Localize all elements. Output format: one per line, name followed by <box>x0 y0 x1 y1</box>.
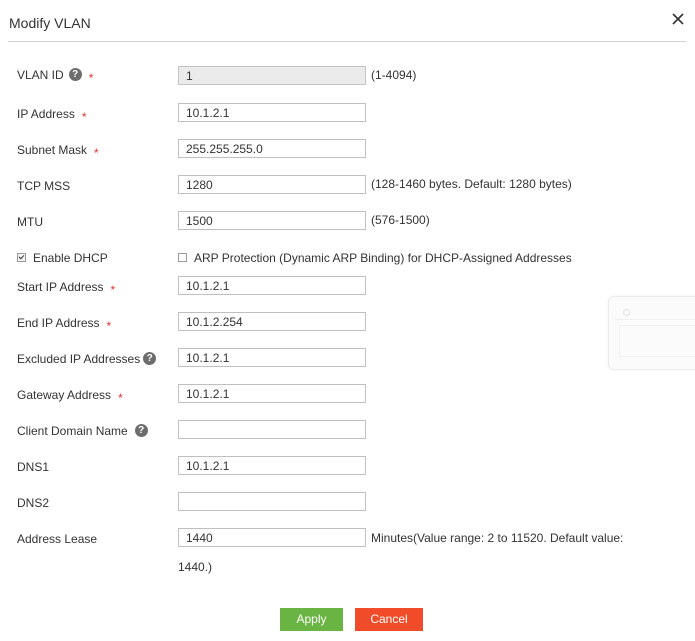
vlan-id-hint: (1-4094) <box>371 68 417 82</box>
enable-dhcp-label: Enable DHCP <box>33 251 108 265</box>
help-icon[interactable]: ? <box>134 424 148 438</box>
dns1-input[interactable] <box>178 456 366 475</box>
mtu-hint: (576-1500) <box>371 213 430 227</box>
excluded-ip-label: Excluded IP Addresses? <box>17 351 157 367</box>
dns1-label: DNS1 <box>17 460 50 474</box>
excluded-ip-input[interactable] <box>178 348 366 367</box>
address-lease-hint-continued: 1440.) <box>178 560 213 574</box>
address-lease-label: Address Lease <box>17 532 98 546</box>
address-lease-hint: Minutes(Value range: 2 to 11520. Default… <box>371 531 624 545</box>
required-marker: * <box>118 391 123 405</box>
address-lease-input[interactable] <box>178 528 366 547</box>
start-ip-label: Start IP Address * <box>17 280 116 297</box>
gateway-input[interactable] <box>178 384 366 403</box>
vlan-id-label: VLAN ID? * <box>17 68 94 85</box>
dialog-title: Modify VLAN <box>9 15 91 31</box>
background-widget-icon <box>623 309 630 316</box>
arp-protection-checkbox[interactable] <box>178 253 187 262</box>
required-marker: * <box>88 71 94 85</box>
help-icon[interactable]: ? <box>68 68 82 82</box>
dns2-label: DNS2 <box>17 496 50 510</box>
subnet-mask-input[interactable] <box>178 139 366 158</box>
tcp-mss-label: TCP MSS <box>17 179 71 193</box>
required-marker: * <box>106 319 112 333</box>
dns2-input[interactable] <box>178 492 366 511</box>
mtu-label: MTU <box>17 215 43 229</box>
start-ip-input[interactable] <box>178 276 366 295</box>
apply-button[interactable]: Apply <box>280 608 343 631</box>
subnet-mask-label: Subnet Mask * <box>17 143 99 160</box>
cancel-button[interactable]: Cancel <box>355 608 423 631</box>
close-icon[interactable] <box>669 10 687 28</box>
required-marker: * <box>110 283 116 297</box>
dialog-header: Modify VLAN <box>0 0 695 42</box>
end-ip-input[interactable] <box>178 312 366 331</box>
header-divider <box>8 41 686 42</box>
tcp-mss-input[interactable] <box>178 175 366 194</box>
ip-address-input[interactable] <box>178 103 366 122</box>
client-domain-label: Client Domain Name? <box>17 423 148 439</box>
enable-dhcp-checkbox[interactable] <box>17 253 26 262</box>
background-widget <box>608 296 695 370</box>
vlan-id-input <box>178 66 366 85</box>
arp-protection-label: ARP Protection (Dynamic ARP Binding) for… <box>194 251 572 265</box>
gateway-label: Gateway Address * <box>17 388 123 405</box>
tcp-mss-hint: (128-1460 bytes. Default: 1280 bytes) <box>371 177 572 191</box>
background-widget-box <box>619 325 695 357</box>
end-ip-label: End IP Address * <box>17 316 112 333</box>
help-icon[interactable]: ? <box>143 352 157 366</box>
required-marker: * <box>81 110 87 124</box>
ip-address-label: IP Address * <box>17 107 87 124</box>
required-marker: * <box>94 146 99 160</box>
mtu-input[interactable] <box>178 211 366 230</box>
client-domain-input[interactable] <box>178 420 366 439</box>
